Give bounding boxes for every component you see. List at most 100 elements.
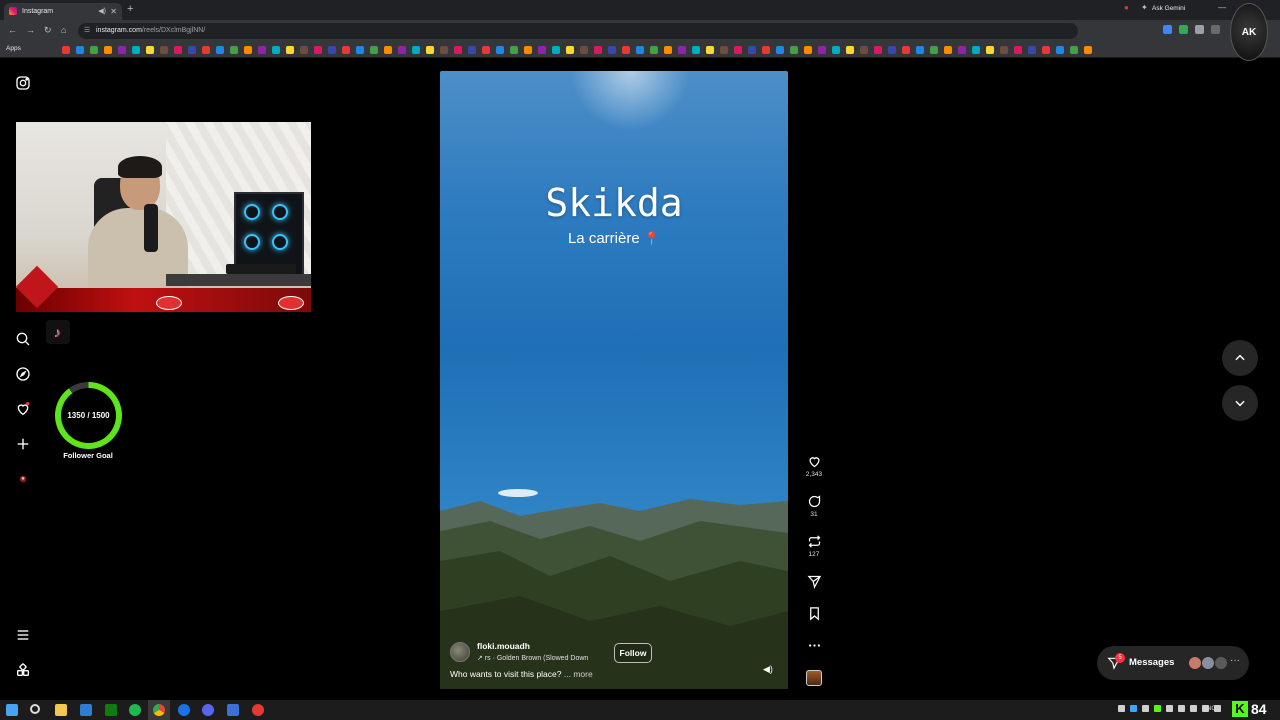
bookmark-favicon-icon[interactable] xyxy=(160,46,168,54)
bookmark-favicon-icon[interactable] xyxy=(944,46,952,54)
extensions-puzzle-icon[interactable] xyxy=(1195,25,1204,34)
mute-speaker-icon[interactable]: ◀) xyxy=(763,664,773,675)
reel-video[interactable]: Skikda La carrière 📍 floki.mouadh ↗ rs ·… xyxy=(440,71,788,689)
bookmark-favicon-icon[interactable] xyxy=(384,46,392,54)
bookmark-favicon-icon[interactable] xyxy=(832,46,840,54)
reel-author-avatar[interactable] xyxy=(450,642,470,662)
search-icon[interactable] xyxy=(15,331,31,347)
bookmark-favicon-icon[interactable] xyxy=(566,46,574,54)
bookmark-favicon-icon[interactable] xyxy=(972,46,980,54)
bookmark-favicon-icon[interactable] xyxy=(888,46,896,54)
bookmark-favicon-icon[interactable] xyxy=(76,46,84,54)
input-language[interactable]: ENG xyxy=(1203,706,1216,712)
obs-icon[interactable] xyxy=(252,704,264,716)
store-icon[interactable] xyxy=(80,704,92,716)
extension-red-icon[interactable]: ● xyxy=(1124,3,1129,12)
side-panel-icon[interactable] xyxy=(1211,25,1220,34)
tray-app-icon[interactable] xyxy=(1154,705,1161,712)
bookmark-favicon-icon[interactable] xyxy=(398,46,406,54)
bookmark-favicon-icon[interactable] xyxy=(1042,46,1050,54)
app-icon[interactable] xyxy=(227,704,239,716)
bookmark-favicon-icon[interactable] xyxy=(328,46,336,54)
bookmark-favicon-icon[interactable] xyxy=(524,46,532,54)
forward-icon[interactable]: → xyxy=(26,25,35,35)
reel-author-username[interactable]: floki.mouadh xyxy=(477,641,530,651)
tray-chevron-icon[interactable] xyxy=(1118,705,1125,712)
profile-avatar-icon[interactable] xyxy=(15,471,31,487)
bookmark-favicon-icon[interactable] xyxy=(664,46,672,54)
bookmark-favicon-icon[interactable] xyxy=(300,46,308,54)
bookmark-favicon-icon[interactable] xyxy=(370,46,378,54)
bookmark-favicon-icon[interactable] xyxy=(202,46,210,54)
address-bar[interactable]: ☰ instagram.com/reels/DXclmBgjlNN/ xyxy=(78,23,1078,39)
save-action[interactable] xyxy=(800,606,828,621)
bookmark-favicon-icon[interactable] xyxy=(538,46,546,54)
create-plus-icon[interactable] xyxy=(15,436,31,452)
bookmark-favicon-icon[interactable] xyxy=(846,46,854,54)
bookmark-favicon-icon[interactable] xyxy=(986,46,994,54)
bookmark-favicon-icon[interactable] xyxy=(804,46,812,54)
browser-tab-instagram[interactable]: Instagram ◀) ✕ xyxy=(4,3,122,20)
bookmark-favicon-icon[interactable] xyxy=(426,46,434,54)
bookmark-favicon-icon[interactable] xyxy=(118,46,126,54)
bookmark-favicon-icon[interactable] xyxy=(440,46,448,54)
bookmark-favicon-icon[interactable] xyxy=(818,46,826,54)
bookmark-favicon-icon[interactable] xyxy=(146,46,154,54)
bookmark-favicon-icon[interactable] xyxy=(608,46,616,54)
file-explorer-icon[interactable] xyxy=(55,704,67,716)
bookmark-favicon-icon[interactable] xyxy=(174,46,182,54)
bookmark-favicon-icon[interactable] xyxy=(902,46,910,54)
bookmark-favicon-icon[interactable] xyxy=(412,46,420,54)
bookmark-favicon-icon[interactable] xyxy=(622,46,630,54)
tray-app-icon[interactable] xyxy=(1130,705,1137,712)
discord-icon[interactable] xyxy=(202,704,214,716)
bookmark-favicon-icon[interactable] xyxy=(510,46,518,54)
reel-audio-track[interactable]: ↗ rs · Golden Brown (Slowed Down xyxy=(477,654,602,662)
bookmark-favicon-icon[interactable] xyxy=(790,46,798,54)
like-action[interactable]: 2,343 xyxy=(800,454,828,478)
instagram-logo-icon[interactable] xyxy=(15,75,31,91)
home-icon[interactable]: ⌂ xyxy=(61,25,66,35)
comment-action[interactable]: 31 xyxy=(800,494,828,518)
more-options-action[interactable] xyxy=(800,638,828,653)
extension-gemini-icon[interactable]: ✦ xyxy=(1141,3,1148,12)
audio-playing-icon[interactable]: ◀) xyxy=(98,3,106,20)
browser-icon[interactable] xyxy=(178,704,190,716)
bookmark-favicon-icon[interactable] xyxy=(1028,46,1036,54)
extension-icon[interactable] xyxy=(1179,25,1188,34)
bookmark-favicon-icon[interactable] xyxy=(748,46,756,54)
bookmark-favicon-icon[interactable] xyxy=(776,46,784,54)
repost-action[interactable]: 127 xyxy=(800,534,828,558)
tray-app-icon[interactable] xyxy=(1142,705,1149,712)
extension-icon[interactable] xyxy=(1163,25,1172,34)
bookmark-favicon-icon[interactable] xyxy=(468,46,476,54)
chrome-icon[interactable] xyxy=(153,704,165,716)
bookmark-favicon-icon[interactable] xyxy=(1056,46,1064,54)
bookmark-favicon-icon[interactable] xyxy=(874,46,882,54)
bookmark-favicon-icon[interactable] xyxy=(692,46,700,54)
bookmark-favicon-icon[interactable] xyxy=(706,46,714,54)
bookmark-favicon-icon[interactable] xyxy=(258,46,266,54)
bookmark-favicon-icon[interactable] xyxy=(342,46,350,54)
bookmark-favicon-icon[interactable] xyxy=(594,46,602,54)
messages-button[interactable]: 5 Messages ··· xyxy=(1097,646,1249,680)
bookmark-favicon-icon[interactable] xyxy=(62,46,70,54)
more-menu-icon[interactable] xyxy=(15,627,31,643)
start-menu-icon[interactable] xyxy=(6,704,18,716)
bookmark-favicon-icon[interactable] xyxy=(916,46,924,54)
xbox-icon[interactable] xyxy=(105,704,117,716)
share-action[interactable] xyxy=(800,574,828,589)
minimize-window-icon[interactable]: — xyxy=(1218,3,1226,12)
new-tab-button[interactable]: + xyxy=(127,3,133,15)
bookmark-favicon-icon[interactable] xyxy=(1070,46,1078,54)
bookmark-favicon-icon[interactable] xyxy=(762,46,770,54)
bookmark-favicon-icon[interactable] xyxy=(482,46,490,54)
bookmark-favicon-icon[interactable] xyxy=(552,46,560,54)
bookmark-favicon-icon[interactable] xyxy=(636,46,644,54)
bookmark-favicon-icon[interactable] xyxy=(650,46,658,54)
spotify-icon[interactable] xyxy=(129,704,141,716)
notifications-heart-icon[interactable] xyxy=(15,401,31,417)
bookmark-favicon-icon[interactable] xyxy=(1014,46,1022,54)
caption-more-link[interactable]: ... more xyxy=(564,669,593,679)
bookmark-favicon-icon[interactable] xyxy=(216,46,224,54)
